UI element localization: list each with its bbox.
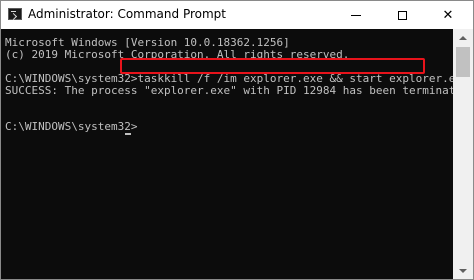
scroll-down-button[interactable]	[453, 262, 473, 279]
maximize-button[interactable]	[379, 1, 425, 29]
close-button[interactable]: ✕	[425, 1, 471, 29]
close-icon: ✕	[442, 7, 454, 23]
maximize-icon	[397, 10, 407, 20]
minimize-button[interactable]	[333, 1, 379, 29]
console-line: SUCCESS: The process "explorer.exe" with…	[5, 84, 474, 97]
text-cursor	[125, 133, 131, 135]
window-title: Administrator: Command Prompt	[28, 7, 226, 21]
console-prompt: C:\WINDOWS\system32>	[5, 120, 138, 133]
command-highlight-box	[120, 58, 425, 74]
minimize-icon	[351, 14, 361, 16]
scroll-up-button[interactable]	[453, 29, 473, 46]
scroll-thumb[interactable]	[456, 47, 470, 77]
title-bar[interactable]: Administrator: Command Prompt ✕	[1, 1, 473, 29]
command-prompt-window: Administrator: Command Prompt ✕ Microsof…	[0, 0, 474, 280]
arrow-up-icon	[459, 35, 467, 40]
cmd-icon	[8, 8, 22, 20]
vertical-scrollbar[interactable]	[453, 29, 473, 279]
arrow-down-icon	[459, 268, 467, 273]
